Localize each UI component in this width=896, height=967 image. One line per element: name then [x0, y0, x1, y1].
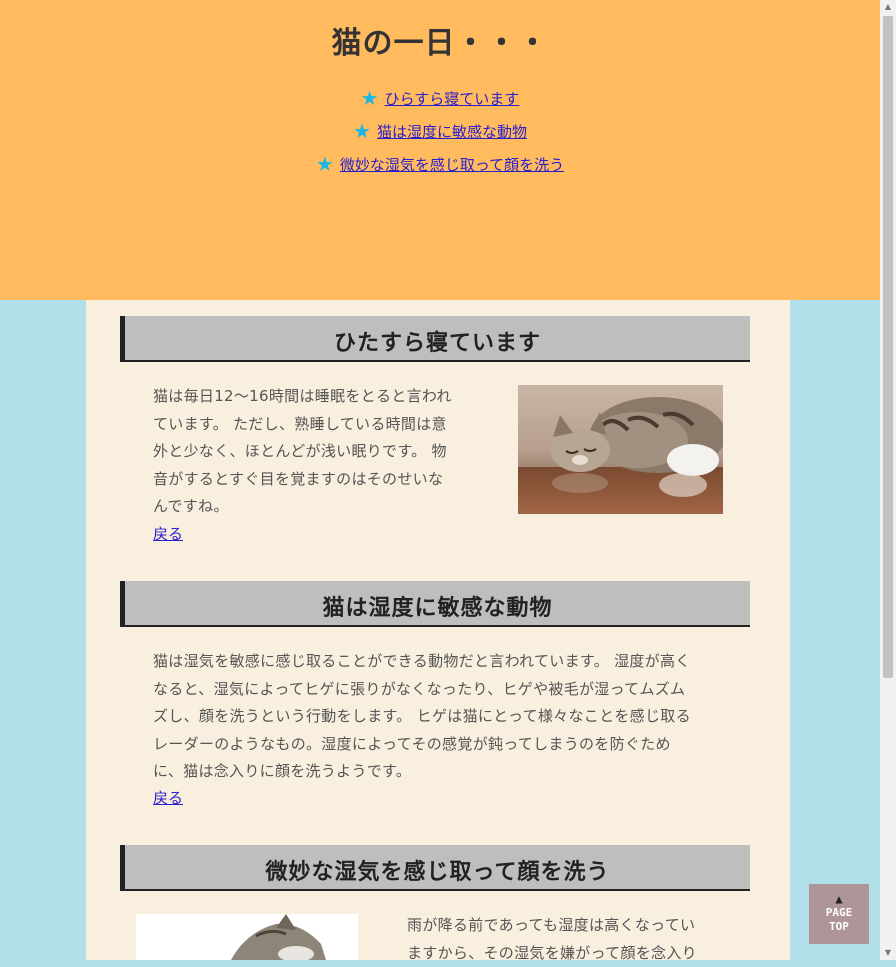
- star-icon: ★: [353, 119, 371, 143]
- page-top-button[interactable]: ▲ PAGE TOP: [809, 884, 869, 944]
- toc-item: ★ ひらすら寝ています: [0, 82, 880, 115]
- toc-link-sleeping[interactable]: ひらすら寝ています: [385, 90, 520, 108]
- main-content: ひたすら寝ています 猫は毎日12～16時間は睡眠をとると言われ ています。 ただ…: [86, 300, 790, 962]
- sleeping-cat-photo: [518, 385, 723, 514]
- scrollbar-thumb[interactable]: [883, 16, 893, 678]
- section-text-sleeping: 猫は毎日12～16時間は睡眠をとると言われ ています。 ただし、熟睡している時間…: [153, 387, 452, 515]
- scroll-down-icon[interactable]: ▼: [880, 946, 896, 960]
- section-heading-sleeping: ひたすら寝ています: [120, 316, 750, 362]
- section-text-face-washing: 雨が降る前であっても湿度は高くなってい ますから、その湿気を嫌がって顔を念入り: [407, 916, 697, 962]
- section-heading-humidity: 猫は湿度に敏感な動物: [120, 581, 750, 627]
- vertical-scrollbar[interactable]: ▲ ▼: [880, 0, 896, 960]
- toc-item: ★ 微妙な湿気を感じ取って顔を洗う: [0, 148, 880, 181]
- page-top-label: PAGE: [825, 906, 853, 919]
- table-of-contents: ★ ひらすら寝ています ★ 猫は湿度に敏感な動物 ★ 微妙な湿気を感じ取って顔を洗う: [0, 82, 880, 181]
- star-icon: ★: [315, 152, 334, 176]
- site-title: 猫の一日・・・: [331, 26, 549, 61]
- cat-face-photo: [136, 914, 358, 960]
- back-link[interactable]: 戻る: [153, 787, 183, 808]
- toc-item: ★ 猫は湿度に敏感な動物: [0, 115, 880, 148]
- back-link[interactable]: 戻る: [153, 523, 183, 544]
- site-header: 猫の一日・・・ ★ ひらすら寝ています ★ 猫は湿度に敏感な動物 ★ 微妙な湿気を感じ…: [0, 0, 880, 300]
- scroll-up-icon[interactable]: ▲: [880, 0, 896, 14]
- arrow-up-icon: ▲: [835, 892, 843, 906]
- section-heading-face-washing: 微妙な湿気を感じ取って顔を洗う: [120, 845, 750, 891]
- page-top-label: TOP: [829, 920, 849, 933]
- star-icon: ★: [360, 86, 379, 110]
- toc-link-humidity[interactable]: 猫は湿度に敏感な動物: [377, 123, 527, 141]
- toc-link-face-washing[interactable]: 微妙な湿気を感じ取って顔を洗う: [340, 156, 564, 174]
- section-text-humidity: 猫は湿気を敏感に感じ取ることができる動物だと言われています。 湿度が高く なると…: [153, 652, 691, 780]
